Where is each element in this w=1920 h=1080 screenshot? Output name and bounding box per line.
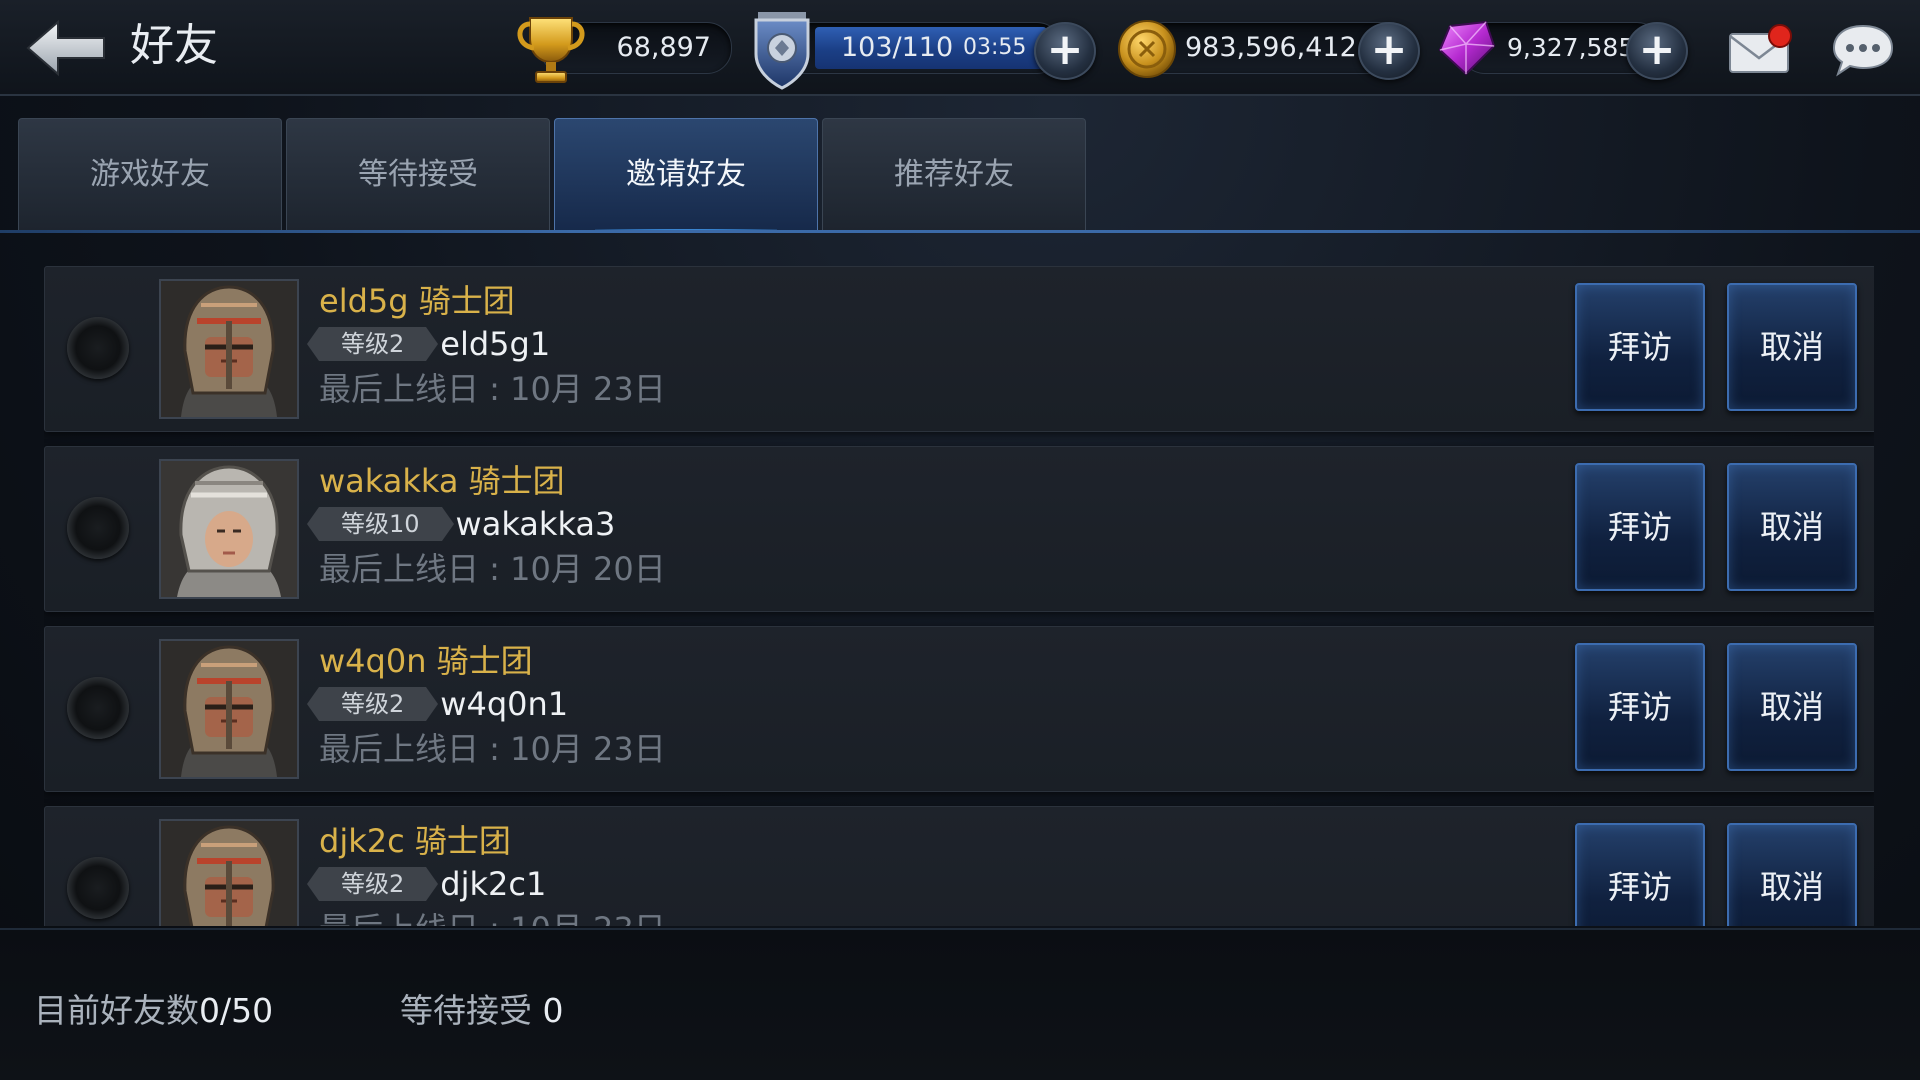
pending-value: 0 <box>542 991 564 1030</box>
gem-icon <box>1436 16 1498 82</box>
level-line: 等级2 djk2c1 <box>306 865 547 905</box>
male-knight-avatar-icon <box>161 641 297 777</box>
trophy-value: 68,897 <box>616 32 711 63</box>
list-item: djk2c 骑士团 等级2 djk2c1 最后上线日 : 10月 23日 拜访 取… <box>44 806 1874 926</box>
gold-coin-icon <box>1116 18 1178 84</box>
level-line: 等级2 eld5g1 <box>306 325 551 365</box>
level-text: 等级2 <box>341 330 405 358</box>
select-radio[interactable] <box>67 677 129 739</box>
add-stamina-button[interactable]: + <box>1034 22 1096 80</box>
stamina-value: 103/110 <box>841 32 954 63</box>
tab-recommended[interactable]: 推荐好友 <box>822 118 1086 231</box>
level-badge: 等级10 <box>307 507 454 541</box>
level-text: 等级2 <box>341 870 405 898</box>
chat-bubble-icon <box>1832 24 1894 77</box>
page-title: 好友 <box>130 20 218 71</box>
level-badge: 等级2 <box>306 867 439 901</box>
pending-count: 等待接受 0 <box>400 984 564 1032</box>
male-knight-avatar-icon <box>161 281 297 417</box>
last-online: 最后上线日 : 10月 23日 <box>319 907 666 926</box>
select-radio[interactable] <box>67 497 129 559</box>
cancel-button[interactable]: 取消 <box>1727 283 1857 411</box>
player-name: eld5g1 <box>440 325 551 363</box>
male-knight-avatar-icon <box>161 821 297 926</box>
select-radio[interactable] <box>67 857 129 919</box>
cancel-button[interactable]: 取消 <box>1727 823 1857 926</box>
player-name: w4q0n1 <box>440 685 569 723</box>
friend-count: 目前好友数0/50 <box>34 984 273 1032</box>
last-online: 最后上线日 : 10月 20日 <box>319 550 666 588</box>
player-name: djk2c1 <box>440 865 547 903</box>
list-item: w4q0n 骑士团 等级2 w4q0n1 最后上线日 : 10月 23日 拜访 取… <box>44 626 1874 792</box>
list-item: eld5g 骑士团 等级2 eld5g1 最后上线日 : 10月 23日 拜访 取… <box>44 266 1874 432</box>
cancel-button[interactable]: 取消 <box>1727 643 1857 771</box>
avatar <box>159 459 299 599</box>
visit-button[interactable]: 拜访 <box>1575 643 1705 771</box>
select-radio[interactable] <box>67 317 129 379</box>
tab-game-friends[interactable]: 游戏好友 <box>18 118 282 231</box>
chat-button[interactable] <box>1830 22 1896 78</box>
level-badge: 等级2 <box>306 687 439 721</box>
stamina-timer: 03:55 <box>963 35 1027 60</box>
tab-underline <box>0 230 1920 233</box>
avatar <box>159 819 299 926</box>
level-text: 等级10 <box>341 510 420 538</box>
mail-button[interactable] <box>1728 24 1796 76</box>
guild-name: djk2c 骑士团 <box>319 822 511 860</box>
friend-count-value: 0/50 <box>199 991 274 1030</box>
list-item: wakakka 骑士团 等级10 wakakka3 最后上线日 : 10月 20日… <box>44 446 1874 612</box>
footer-bar: 目前好友数0/50 等待接受 0 <box>0 928 1920 1080</box>
mail-icon <box>1729 24 1792 73</box>
level-text: 等级2 <box>341 690 405 718</box>
gold-value: 983,596,412 <box>1185 32 1357 63</box>
visit-button[interactable]: 拜访 <box>1575 463 1705 591</box>
visit-button[interactable]: 拜访 <box>1575 283 1705 411</box>
last-online: 最后上线日 : 10月 23日 <box>319 370 666 408</box>
tab-invite-friends[interactable]: 邀请好友 <box>554 118 818 233</box>
gem-value: 9,327,585 <box>1507 33 1635 62</box>
avatar <box>159 639 299 779</box>
add-gold-button[interactable]: + <box>1358 22 1420 80</box>
female-knight-avatar-icon <box>161 461 297 597</box>
invite-list[interactable]: eld5g 骑士团 等级2 eld5g1 最后上线日 : 10月 23日 拜访 取… <box>44 266 1874 926</box>
tab-pending[interactable]: 等待接受 <box>286 118 550 231</box>
trophy-icon <box>512 12 590 92</box>
last-online: 最后上线日 : 10月 23日 <box>319 730 666 768</box>
pending-label: 等待接受 <box>400 991 532 1030</box>
avatar <box>159 279 299 419</box>
level-line: 等级2 w4q0n1 <box>306 685 569 725</box>
player-name: wakakka3 <box>455 505 616 543</box>
friends-screen: 好友 68,897 103/110 03:55 + 983,596,412 + … <box>0 0 1920 1080</box>
cancel-button[interactable]: 取消 <box>1727 463 1857 591</box>
visit-button[interactable]: 拜访 <box>1575 823 1705 926</box>
guild-name: eld5g 骑士团 <box>319 282 515 320</box>
level-badge: 等级2 <box>306 327 439 361</box>
friend-count-label: 目前好友数 <box>34 991 199 1030</box>
shield-crest-icon <box>748 8 816 94</box>
top-bar: 好友 68,897 103/110 03:55 + 983,596,412 + … <box>0 0 1920 96</box>
back-arrow-icon[interactable] <box>24 18 110 78</box>
level-line: 等级10 wakakka3 <box>307 505 616 545</box>
guild-name: w4q0n 骑士团 <box>319 642 533 680</box>
add-gem-button[interactable]: + <box>1626 22 1688 80</box>
guild-name: wakakka 骑士团 <box>319 462 565 500</box>
